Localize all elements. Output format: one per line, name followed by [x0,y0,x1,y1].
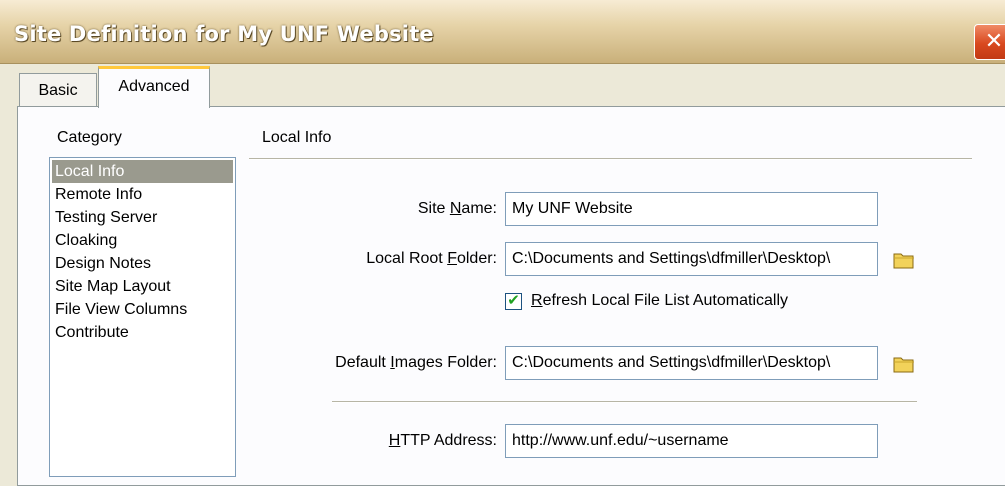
close-button[interactable]: ✕ [974,24,1005,60]
category-heading: Category [57,129,122,146]
category-item-local-info[interactable]: Local Info [52,160,233,183]
title-bar[interactable]: Site Definition for My UNF Website ✕ [0,0,1005,64]
local-root-folder-input[interactable]: C:\Documents and Settings\dfmiller\Deskt… [505,242,878,276]
tab-basic-label: Basic [38,82,78,99]
tab-basic[interactable]: Basic [19,73,97,107]
checkmark-icon: ✔ [507,292,520,309]
default-images-folder-input[interactable]: C:\Documents and Settings\dfmiller\Deskt… [505,346,878,380]
category-item-site-map-layout[interactable]: Site Map Layout [50,275,235,298]
form-divider [332,401,917,403]
folder-icon[interactable] [893,251,915,269]
category-item-design-notes[interactable]: Design Notes [50,252,235,275]
section-title: Local Info [262,129,332,146]
window-title: Site Definition for My UNF Website [14,22,434,46]
tab-advanced-label: Advanced [118,78,190,95]
category-item-file-view-columns[interactable]: File View Columns [50,298,235,321]
category-item-cloaking[interactable]: Cloaking [50,229,235,252]
close-icon: ✕ [984,28,1004,53]
site-name-input[interactable]: My UNF Website [505,192,878,226]
section-divider [249,158,972,160]
http-address-label: HTTP Address: [388,432,497,449]
category-item-contribute[interactable]: Contribute [50,321,235,344]
site-name-label: Site Name: [417,200,497,217]
local-root-folder-label: Local Root Folder: [366,250,497,267]
refresh-checkbox[interactable]: ✔ [505,293,522,310]
folder-icon[interactable] [893,355,915,373]
refresh-checkbox-label[interactable]: Refresh Local File List Automatically [531,292,788,310]
default-images-folder-label: Default Images Folder: [335,354,497,371]
tab-advanced[interactable]: Advanced [98,66,210,108]
http-address-input[interactable]: http://www.unf.edu/~username [505,424,878,458]
category-list[interactable]: Local Info Remote Info Testing Server Cl… [49,157,236,477]
category-item-remote-info[interactable]: Remote Info [50,183,235,206]
category-item-testing-server[interactable]: Testing Server [50,206,235,229]
